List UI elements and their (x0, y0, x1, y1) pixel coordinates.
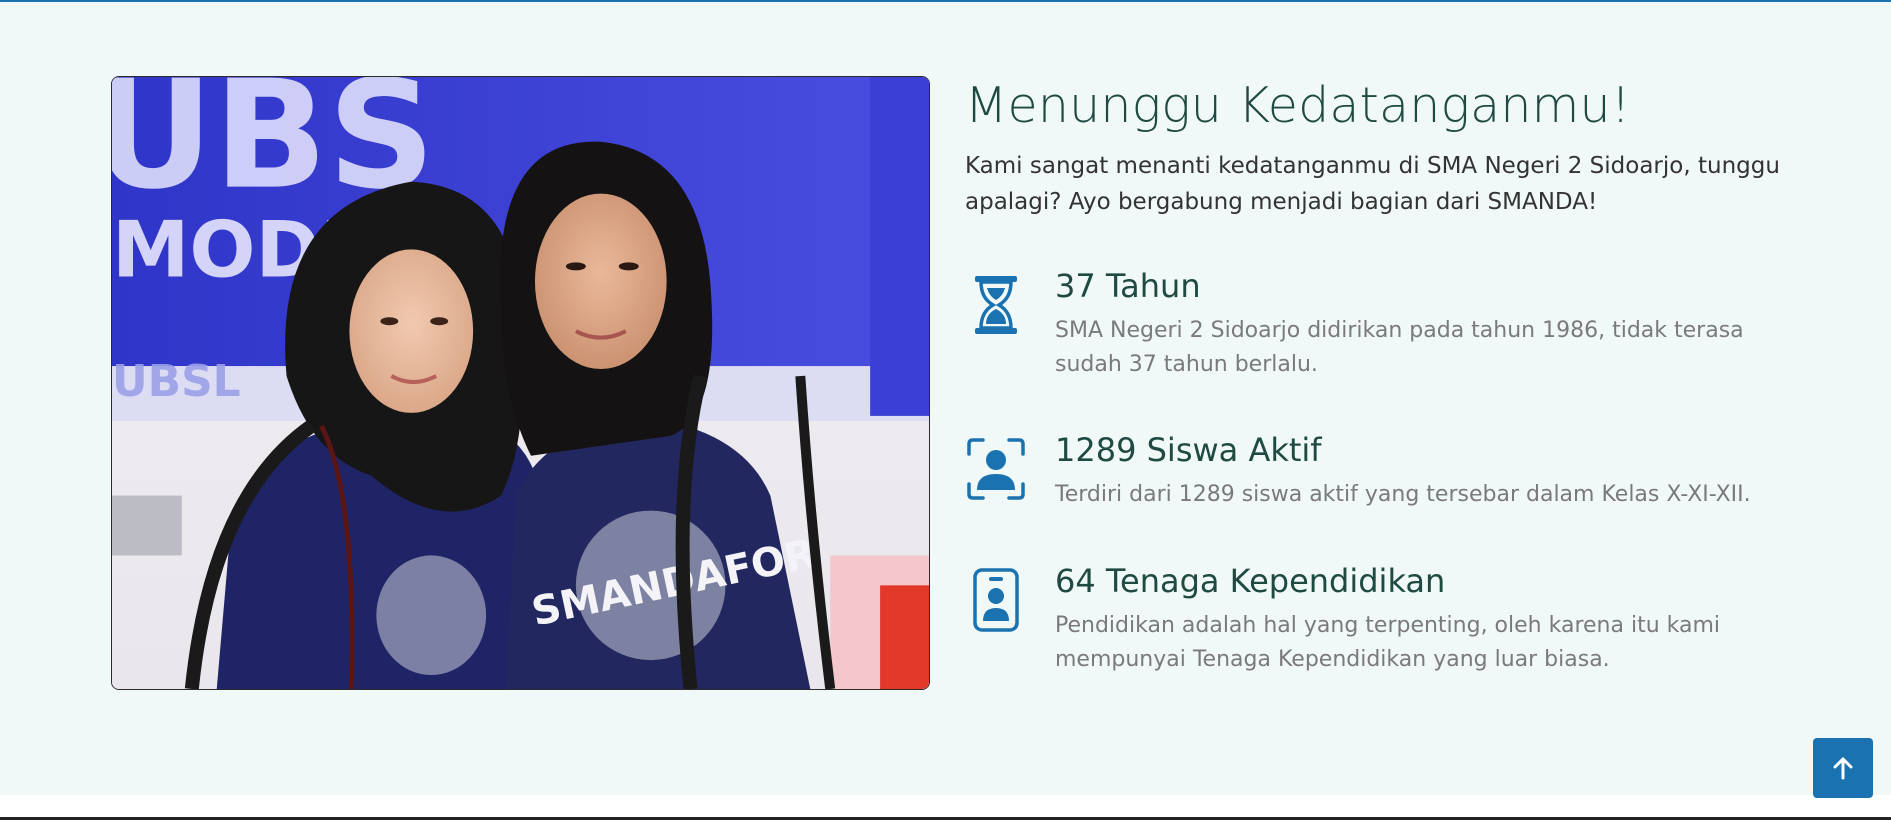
section-lead: Kami sangat menanti kedatanganmu di SMA … (965, 153, 1780, 215)
person-bounding-box-icon (965, 436, 1027, 502)
feature-description: Pendidikan adalah hal yang terpenting, o… (1055, 613, 1721, 672)
feature-description: SMA Negeri 2 Sidoarjo didirikan pada tah… (1055, 318, 1744, 377)
scroll-top-button[interactable] (1813, 738, 1873, 798)
feature-title: 37 Tahun (1055, 267, 1201, 305)
section-heading: Menunggu Kedatanganmu! (965, 77, 1631, 134)
welcome-content: Menunggu Kedatanganmu! Kami sangat menan… (965, 76, 1785, 220)
feature-title: 1289 Siswa Aktif (1055, 431, 1322, 469)
arrow-up-icon (1833, 757, 1853, 780)
top-divider (0, 0, 1891, 2)
banner-text-3: UBSL (112, 356, 241, 407)
feature-title: 64 Tenaga Kependidikan (1055, 562, 1446, 600)
feature-description: Terdiri dari 1289 siswa aktif yang terse… (1055, 482, 1751, 507)
person-badge-icon (965, 567, 1027, 633)
students-photo: UBS MODE UBSL SMANDAFOR (111, 76, 930, 690)
hourglass-icon (965, 272, 1027, 338)
